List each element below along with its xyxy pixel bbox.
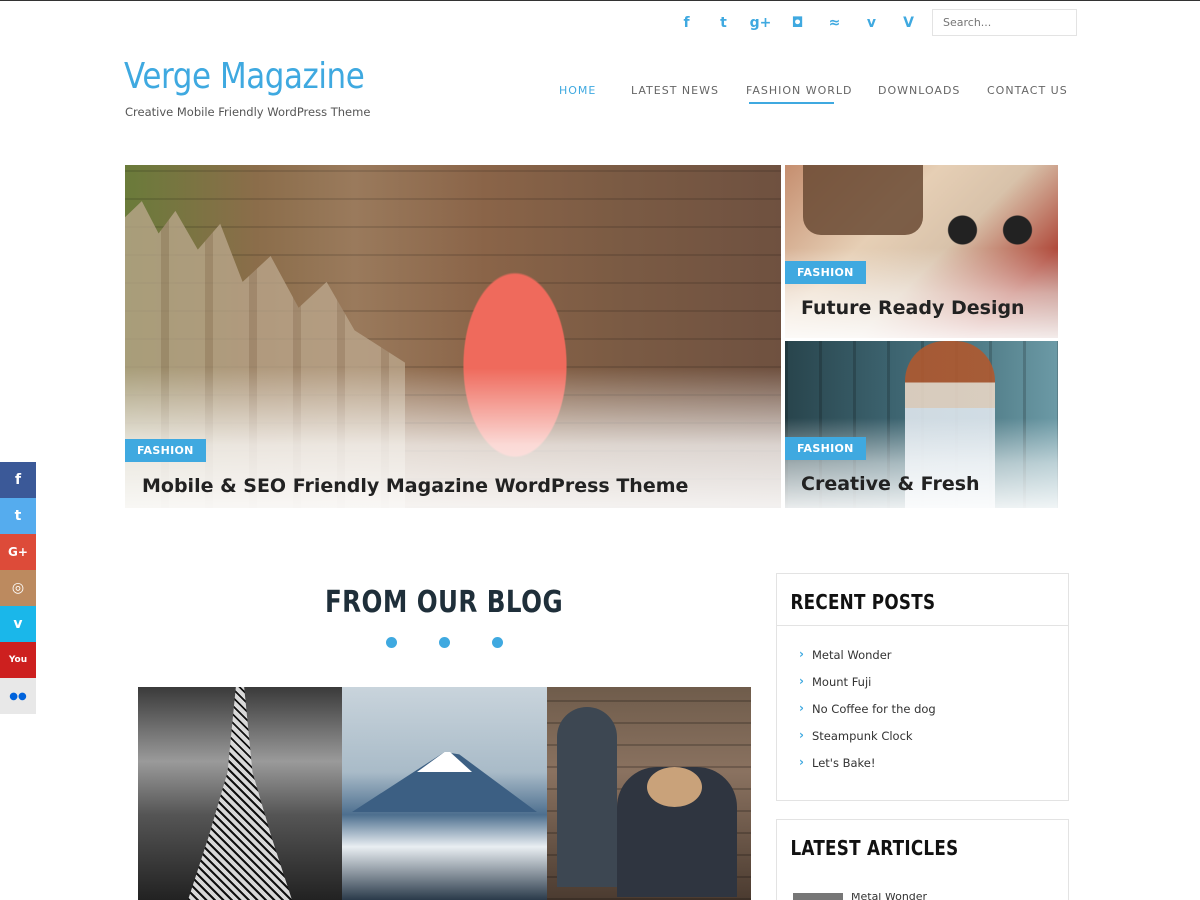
post-link[interactable]: No Coffee for the dog [812, 702, 936, 716]
article-link[interactable]: Metal Wonder [851, 893, 927, 900]
rss-icon[interactable]: ≈ [816, 12, 853, 34]
instagram-icon[interactable]: ◎ [0, 570, 36, 606]
facebook-icon[interactable]: f [0, 462, 36, 498]
google-plus-icon[interactable]: G+ [0, 534, 36, 570]
person-shape [557, 707, 617, 887]
twitter-icon[interactable]: t [705, 12, 742, 34]
featured-right-bottom-title[interactable]: Creative & Fresh [801, 473, 980, 495]
widget-title: RECENT POSTS [790, 590, 936, 614]
article-thumbnail[interactable] [793, 893, 843, 900]
list-item[interactable]: › Mount Fuji [799, 675, 1068, 702]
nav-item-home[interactable]: HOME [559, 84, 596, 97]
tower-shape [188, 687, 292, 900]
sunglasses-decoration [935, 210, 1045, 250]
nav-item-contact-us[interactable]: CONTACT US [987, 84, 1068, 97]
blog-post-image-eiffel-tower[interactable] [138, 687, 342, 900]
nav-item-latest-news[interactable]: LATEST NEWS [631, 84, 719, 97]
dot [386, 637, 397, 648]
social-icons-top: f t g+ ◘ ≈ v V [668, 12, 927, 34]
nav-item-fashion-world[interactable]: FASHION WORLD [746, 84, 853, 97]
search-input[interactable] [932, 9, 1077, 36]
google-plus-icon[interactable]: g+ [742, 12, 779, 34]
list-item[interactable]: › Steampunk Clock [799, 729, 1068, 756]
chevron-right-icon: › [799, 647, 804, 661]
list-item[interactable]: › No Coffee for the dog [799, 702, 1068, 729]
facebook-icon[interactable]: f [668, 12, 705, 34]
main-nav: HOME LATEST NEWS FASHION WORLD DOWNLOADS… [0, 84, 1200, 114]
widget-title: LATEST ARTICLES [790, 836, 959, 860]
chevron-right-icon: › [799, 755, 804, 769]
flickr-icon[interactable]: ●● [0, 678, 36, 714]
list-item[interactable]: › Let's Bake! [799, 756, 1068, 783]
recent-posts-widget: RECENT POSTS › Metal Wonder › Mount Fuji ›… [776, 573, 1069, 801]
floating-share-bar: f t G+ ◎ v You ●● [0, 462, 36, 714]
recent-posts-list: › Metal Wonder › Mount Fuji › No Coffee for… [777, 626, 1068, 783]
bag-decoration [803, 165, 923, 235]
vimeo-icon[interactable]: v [0, 606, 36, 642]
vine-icon[interactable]: v [853, 12, 890, 34]
list-item[interactable]: › Metal Wonder [799, 648, 1068, 675]
latest-articles-widget: LATEST ARTICLES [776, 819, 1069, 900]
dot [492, 637, 503, 648]
chevron-right-icon: › [799, 701, 804, 715]
blog-post-image-coffee-dog[interactable] [547, 687, 751, 900]
nav-item-downloads[interactable]: DOWNLOADS [878, 84, 960, 97]
top-border [0, 0, 1200, 1]
category-badge[interactable]: FASHION [785, 437, 866, 460]
featured-right-top-title[interactable]: Future Ready Design [801, 297, 1025, 319]
post-link[interactable]: Metal Wonder [812, 648, 892, 662]
category-badge[interactable]: FASHION [785, 261, 866, 284]
dog-shape [647, 767, 702, 807]
category-badge[interactable]: FASHION [125, 439, 206, 462]
chevron-right-icon: › [799, 728, 804, 742]
section-title-blog: FROM OUR BLOG [324, 585, 564, 620]
nav-active-underline [749, 102, 834, 104]
featured-main-title[interactable]: Mobile & SEO Friendly Magazine WordPress… [142, 475, 688, 497]
chevron-right-icon: › [799, 674, 804, 688]
instagram-icon[interactable]: ◘ [779, 12, 816, 34]
youtube-icon[interactable]: You [0, 642, 36, 678]
blog-post-image-mount-fuji[interactable] [342, 687, 547, 900]
post-link[interactable]: Steampunk Clock [812, 729, 913, 743]
vimeo-icon[interactable]: V [890, 12, 927, 34]
post-link[interactable]: Mount Fuji [812, 675, 871, 689]
dot [439, 637, 450, 648]
twitter-icon[interactable]: t [0, 498, 36, 534]
featured-main-post[interactable] [125, 165, 781, 508]
post-link[interactable]: Let's Bake! [812, 756, 875, 770]
